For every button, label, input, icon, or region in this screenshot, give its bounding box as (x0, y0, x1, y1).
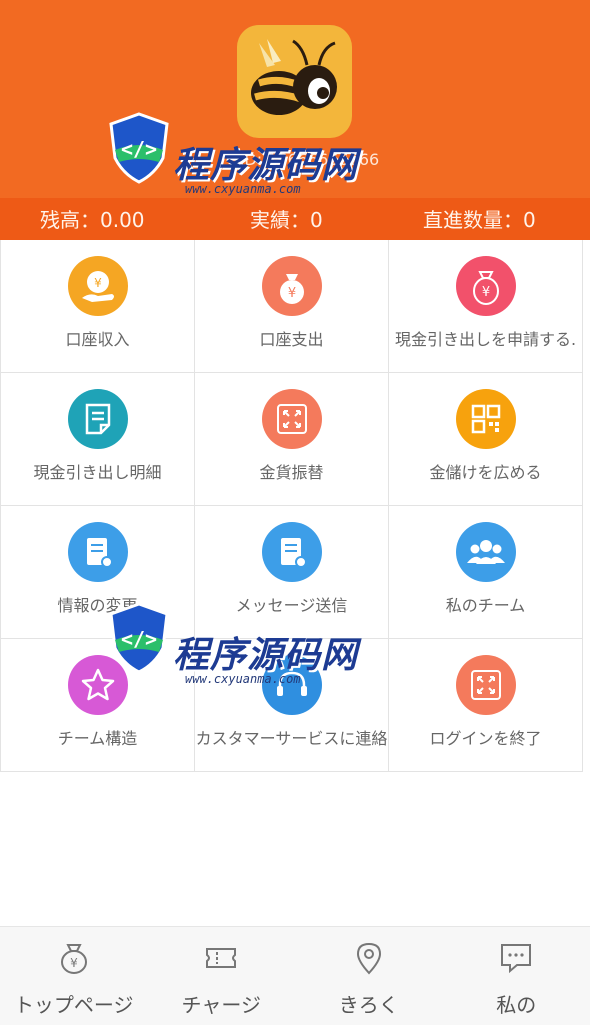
tab-label: 私の (443, 989, 590, 1018)
menu-label: 口座収入 (1, 326, 194, 350)
menu-label: カスタマーサービスに連絡 (195, 725, 388, 749)
tab-mine[interactable]: 私の (443, 927, 590, 1025)
menu-label: 金儲けを広める (389, 459, 582, 483)
menu-label: チーム構造 (1, 725, 194, 749)
menu-item-withdraw-details[interactable]: 現金引き出し明細 (1, 373, 195, 505)
qrcode-icon (456, 389, 516, 449)
svg-text:¥: ¥ (94, 276, 102, 290)
menu-label: 金貨振替 (195, 459, 388, 483)
location-pin-icon (350, 939, 388, 977)
tab-charge[interactable]: チャージ (148, 927, 296, 1025)
stats-bar: 残高：0.00 実績：0 直進数量：0 (0, 198, 590, 240)
star-icon (68, 655, 128, 715)
tab-label: トップページ (0, 989, 148, 1018)
menu-item-coin-transfer[interactable]: 金貨振替 (195, 373, 389, 505)
menu-item-account-expense[interactable]: ¥ 口座支出 (195, 240, 389, 372)
expand-icon (262, 389, 322, 449)
form-icon (68, 522, 128, 582)
team-icon (456, 522, 516, 582)
menu-item-logout[interactable]: ログインを終了 (389, 639, 583, 771)
menu-item-contact-support[interactable]: カスタマーサービスに連絡 (195, 639, 389, 771)
svg-text:¥: ¥ (70, 956, 78, 970)
money-bag-icon: ¥ (456, 256, 516, 316)
expand-icon (456, 655, 516, 715)
bottom-tab-bar: ¥ トップページ チャージ きろく 私の (0, 926, 590, 1025)
menu-item-my-team[interactable]: 私のチーム (389, 506, 583, 638)
svg-text:¥: ¥ (288, 286, 296, 301)
menu-label: 現金引き出しを申請する. (389, 326, 582, 350)
menu-label: 現金引き出し明細 (1, 459, 194, 483)
document-icon (68, 389, 128, 449)
menu-label: メッセージ送信 (195, 592, 388, 616)
menu-item-send-message[interactable]: メッセージ送信 (195, 506, 389, 638)
balance-stat: 残高：0.00 (40, 204, 145, 233)
money-bag-icon: ¥ (55, 939, 93, 977)
menu-item-edit-info[interactable]: 情報の変更 (1, 506, 195, 638)
tab-label: きろく (295, 989, 443, 1018)
menu-label: 私のチーム (389, 592, 582, 616)
menu-item-team-structure[interactable]: チーム構造 (1, 639, 195, 771)
app-logo (237, 25, 352, 138)
menu-label: 情報の変更 (1, 592, 194, 616)
menu-label: ログインを終了 (389, 725, 582, 749)
direct-count-stat: 直進数量：0 (423, 204, 536, 233)
menu-grid: ¥ 口座収入 ¥ 口座支出 ¥ 現金引き出しを申請する. 現金引き出し明細 (0, 240, 583, 772)
user-id: UID: 16666666666 (228, 150, 379, 169)
menu-label: 口座支出 (195, 326, 388, 350)
profile-header: UID: 16666666666 残高：0.00 実績：0 直進数量：0 (0, 0, 590, 240)
menu-item-account-income[interactable]: ¥ 口座収入 (1, 240, 195, 372)
menu-item-withdraw-request[interactable]: ¥ 現金引き出しを申請する. (389, 240, 583, 372)
svg-text:¥: ¥ (482, 285, 490, 300)
form-icon (262, 522, 322, 582)
headset-icon (262, 655, 322, 715)
tab-records[interactable]: きろく (295, 927, 443, 1025)
money-bag-icon: ¥ (262, 256, 322, 316)
menu-item-promote[interactable]: 金儲けを広める (389, 373, 583, 505)
tab-label: チャージ (148, 989, 296, 1018)
money-hand-icon: ¥ (68, 256, 128, 316)
tab-home[interactable]: ¥ トップページ (0, 927, 148, 1025)
chat-icon (497, 939, 535, 977)
ticket-icon (202, 939, 240, 977)
performance-stat: 実績：0 (250, 204, 323, 233)
